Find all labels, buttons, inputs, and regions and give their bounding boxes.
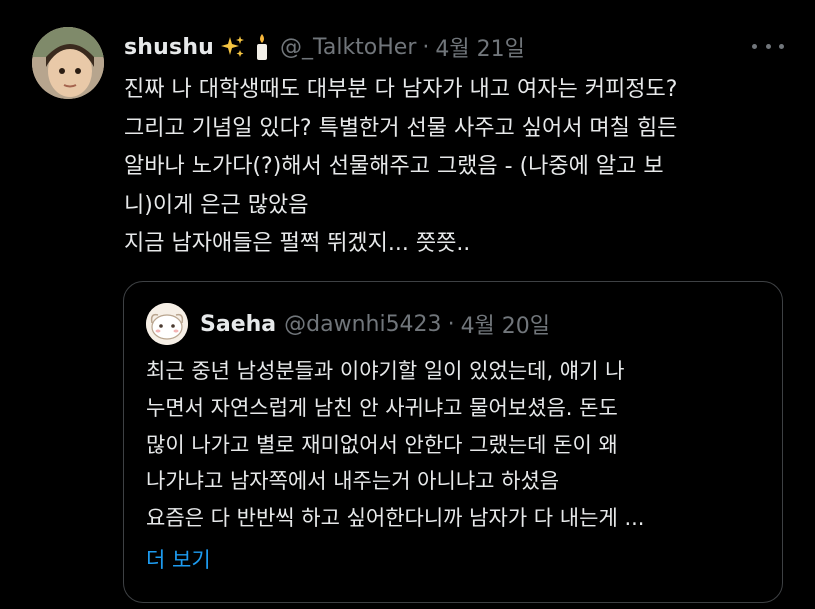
quoted-author-handle[interactable]: @dawnhi5423	[284, 312, 441, 337]
separator-dot: ·	[447, 311, 455, 337]
author-name[interactable]: shushu	[124, 35, 214, 60]
sparkles-icon	[220, 34, 246, 60]
tweet-text: 진짜 나 대학생때도 대부분 다 남자가 내고 여자는 커피정도? 그리고 기념…	[124, 71, 804, 264]
quoted-header: Saeha @dawnhi5423 · 4월 20일	[200, 308, 550, 340]
quoted-date[interactable]: 4월 20일	[461, 308, 550, 340]
tweet-header: shushu @_TalktoHer · 4월 21일	[124, 31, 525, 63]
tweet-text-line: 지금 남자애들은 펄쩍 뛰겠지... 쯧쯧..	[124, 231, 471, 256]
tweet-text-line: 그리고 기념일 있다? 특별한거 선물 사주고 싶어서 며칠 힘든	[124, 115, 678, 141]
quoted-text-line: 누면서 자연스럽게 남친 안 사귀냐고 물어보셨음. 돈도	[146, 395, 618, 420]
author-avatar[interactable]	[32, 27, 104, 99]
tweet-text-line: 진짜 나 대학생때도 대부분 다 남자가 내고 여자는 커피정도?	[124, 77, 678, 102]
tweet[interactable]: shushu @_TalktoHer · 4월 21일 진짜 나 대학생때도 대…	[0, 0, 815, 609]
show-more-link[interactable]: 더 보기	[146, 544, 211, 574]
author-handle[interactable]: @_TalktoHer	[280, 35, 416, 60]
quoted-text-line: 나가냐고 남자쪽에서 내주는거 아니냐고 하셨음	[146, 469, 560, 494]
more-options-icon[interactable]	[752, 34, 784, 58]
quoted-author-avatar[interactable]	[146, 303, 188, 345]
separator-dot: ·	[422, 34, 430, 60]
quoted-author-name[interactable]: Saeha	[200, 312, 276, 337]
quoted-text-line: 많이 나가고 별로 재미없어서 안한다 그랬는데 돈이 왜	[146, 432, 618, 457]
tweet-text-line: 니)이게 은근 많았음	[124, 192, 309, 218]
candle-icon	[252, 33, 272, 61]
quoted-text-line: 최근 중년 남성분들과 이야기할 일이 있었는데, 얘기 나	[146, 359, 625, 383]
avatar-cartoon-icon	[146, 303, 188, 345]
avatar-photo-icon	[32, 27, 104, 99]
quoted-text: 최근 중년 남성분들과 이야기할 일이 있었는데, 얘기 나 누면서 자연스럽게…	[146, 353, 766, 537]
quoted-text-line: 요즘은 다 반반씩 하고 싶어한다니까 남자가 다 내는게 ...	[146, 506, 645, 531]
tweet-date[interactable]: 4월 21일	[435, 31, 524, 63]
tweet-text-line: 알바나 노가다(?)해서 선물해주고 그랬음 - (나중에 알고 보	[124, 154, 664, 179]
quoted-tweet[interactable]: Saeha @dawnhi5423 · 4월 20일 최근 중년 남성분들과 이…	[123, 281, 783, 603]
